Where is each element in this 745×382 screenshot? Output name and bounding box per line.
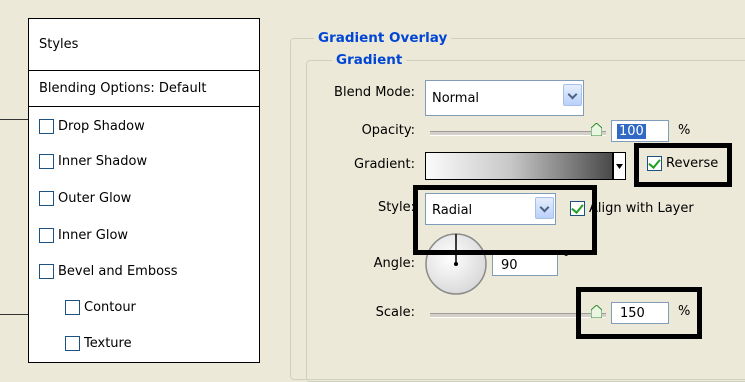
styles-header[interactable]: Styles <box>29 19 259 71</box>
inner-glow-checkbox[interactable] <box>39 228 54 243</box>
highlight-box-style <box>413 185 597 255</box>
blend-mode-value: Normal <box>432 91 480 106</box>
angle-value: 90 <box>501 257 518 273</box>
style-item-bevel-emboss[interactable]: Bevel and Emboss <box>29 253 259 290</box>
opacity-slider-thumb[interactable] <box>591 123 602 136</box>
styles-list: Styles Blending Options: Default Drop Sh… <box>28 18 260 363</box>
opacity-input[interactable]: 100 <box>611 120 669 142</box>
style-item-label: Texture <box>84 336 132 351</box>
blend-mode-label: Blend Mode: <box>334 85 415 100</box>
style-label: Style: <box>377 200 415 215</box>
inner-shadow-checkbox[interactable] <box>39 154 54 169</box>
scale-label: Scale: <box>375 305 415 320</box>
drop-shadow-checkbox[interactable] <box>39 119 54 134</box>
styles-header-label: Styles <box>39 37 79 52</box>
highlight-box-reverse <box>634 143 732 187</box>
style-item-inner-glow[interactable]: Inner Glow <box>29 217 259 254</box>
connector-line <box>0 314 28 315</box>
style-item-texture[interactable]: Texture <box>29 325 259 362</box>
style-item-label: Bevel and Emboss <box>58 264 178 279</box>
texture-checkbox[interactable] <box>65 336 80 351</box>
opacity-value: 100 <box>617 123 646 139</box>
align-with-layer-label: Align with Layer <box>589 201 694 216</box>
connector-line <box>0 119 28 120</box>
style-item-drop-shadow[interactable]: Drop Shadow <box>29 108 259 145</box>
bevel-emboss-checkbox[interactable] <box>39 264 54 279</box>
gradient-preview[interactable] <box>425 152 613 180</box>
blending-options-label: Blending Options: Default <box>39 81 207 96</box>
angle-input[interactable]: 90 <box>492 254 558 276</box>
opacity-label: Opacity: <box>361 123 415 138</box>
highlight-box-scale <box>576 287 702 339</box>
opacity-unit: % <box>678 123 691 138</box>
section-title: Gradient Overlay <box>314 30 452 46</box>
contour-checkbox[interactable] <box>65 300 80 315</box>
opacity-slider-track[interactable] <box>430 131 606 136</box>
style-item-label: Inner Glow <box>58 228 129 243</box>
triangle-down-icon <box>616 164 623 169</box>
angle-label: Angle: <box>373 256 415 271</box>
blend-mode-select[interactable]: Normal <box>425 80 584 116</box>
outer-glow-checkbox[interactable] <box>39 191 54 206</box>
gradient-dropdown-button[interactable] <box>613 152 626 180</box>
style-item-inner-shadow[interactable]: Inner Shadow <box>29 143 259 180</box>
section-subtitle: Gradient <box>332 52 407 68</box>
style-item-label: Outer Glow <box>58 191 132 206</box>
gradient-label: Gradient: <box>354 157 415 172</box>
style-item-label: Inner Shadow <box>58 154 148 169</box>
style-item-contour[interactable]: Contour <box>29 289 259 326</box>
style-item-outer-glow[interactable]: Outer Glow <box>29 180 259 217</box>
chevron-down-icon[interactable] <box>563 84 582 106</box>
style-item-label: Contour <box>84 300 136 315</box>
style-item-label: Drop Shadow <box>58 119 145 134</box>
blending-options-item[interactable]: Blending Options: Default <box>29 71 259 107</box>
